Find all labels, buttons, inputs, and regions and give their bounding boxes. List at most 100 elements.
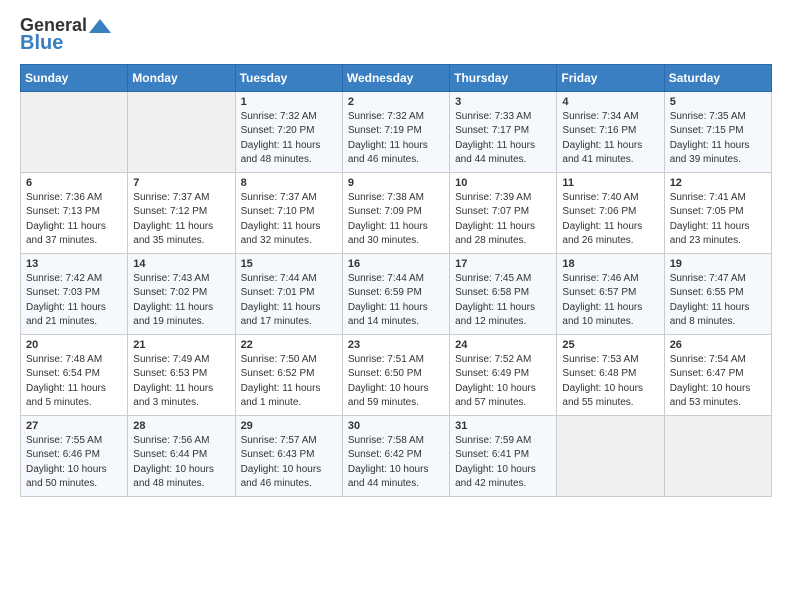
day-info: Sunrise: 7:56 AM Sunset: 6:44 PM Dayligh… <box>133 434 229 492</box>
day-number: 1 <box>241 96 337 108</box>
calendar-cell: 12 Sunrise: 7:41 AM Sunset: 7:05 PM Dayli… <box>664 172 771 253</box>
day-number: 15 <box>241 258 337 270</box>
day-info: Sunrise: 7:43 AM Sunset: 7:02 PM Dayligh… <box>133 272 229 330</box>
calendar-cell: 19Sunrise: 7:47 AM Sunset: 6:55 PM Dayli… <box>664 253 771 334</box>
calendar-cell: 17 Sunrise: 7:45 AM Sunset: 6:58 PM Dayli… <box>450 253 557 334</box>
day-info: Sunrise: 7:40 AM Sunset: 7:06 PM Dayligh… <box>562 191 658 249</box>
day-info: Sunrise: 7:36 AM Sunset: 7:13 PM Dayligh… <box>26 191 122 249</box>
calendar-cell <box>557 415 664 496</box>
day-info: Sunrise: 7:37 AM Sunset: 7:12 PM Dayligh… <box>133 191 229 249</box>
day-info: Sunrise: 7:55 AM Sunset: 6:46 PM Dayligh… <box>26 434 122 492</box>
day-number: 24 <box>455 339 551 351</box>
day-number: 10 <box>455 177 551 189</box>
day-number: 21 <box>133 339 229 351</box>
week-row-1: 6 Sunrise: 7:36 AM Sunset: 7:13 PM Daylig… <box>21 172 772 253</box>
calendar-table: Sunday Monday Tuesday Wednesday Thursday… <box>20 64 772 497</box>
col-thursday: Thursday <box>450 64 557 91</box>
day-number: 13 <box>26 258 122 270</box>
day-number: 6 <box>26 177 122 189</box>
calendar-cell: 28 Sunrise: 7:56 AM Sunset: 6:44 PM Dayli… <box>128 415 235 496</box>
col-saturday: Saturday <box>664 64 771 91</box>
day-number: 16 <box>348 258 444 270</box>
week-row-2: 13 Sunrise: 7:42 AM Sunset: 7:03 PM Dayli… <box>21 253 772 334</box>
calendar-cell: 10 Sunrise: 7:39 AM Sunset: 7:07 PM Dayli… <box>450 172 557 253</box>
logo: General Blue <box>20 16 111 54</box>
calendar-cell: 13 Sunrise: 7:42 AM Sunset: 7:03 PM Dayli… <box>21 253 128 334</box>
day-number: 23 <box>348 339 444 351</box>
calendar-cell: 6 Sunrise: 7:36 AM Sunset: 7:13 PM Daylig… <box>21 172 128 253</box>
day-number: 29 <box>241 420 337 432</box>
day-number: 4 <box>562 96 658 108</box>
day-number: 5 <box>670 96 766 108</box>
day-number: 7 <box>133 177 229 189</box>
day-info: Sunrise: 7:46 AM Sunset: 6:57 PM Dayligh… <box>562 272 658 330</box>
calendar-cell: 15 Sunrise: 7:44 AM Sunset: 7:01 PM Dayli… <box>235 253 342 334</box>
day-info: Sunrise: 7:37 AM Sunset: 7:10 PM Dayligh… <box>241 191 337 249</box>
col-wednesday: Wednesday <box>342 64 449 91</box>
calendar-cell: 24 Sunrise: 7:52 AM Sunset: 6:49 PM Dayli… <box>450 334 557 415</box>
day-info: Sunrise: 7:59 AM Sunset: 6:41 PM Dayligh… <box>455 434 551 492</box>
day-number: 28 <box>133 420 229 432</box>
calendar-cell: 14 Sunrise: 7:43 AM Sunset: 7:02 PM Dayli… <box>128 253 235 334</box>
calendar-cell: 2 Sunrise: 7:32 AM Sunset: 7:19 PM Daylig… <box>342 91 449 172</box>
day-number: 26 <box>670 339 766 351</box>
day-info: Sunrise: 7:45 AM Sunset: 6:58 PM Dayligh… <box>455 272 551 330</box>
day-info: Sunrise: 7:44 AM Sunset: 6:59 PM Dayligh… <box>348 272 444 330</box>
calendar-cell: 22 Sunrise: 7:50 AM Sunset: 6:52 PM Dayli… <box>235 334 342 415</box>
calendar-cell: 1 Sunrise: 7:32 AM Sunset: 7:20 PM Daylig… <box>235 91 342 172</box>
day-number: 30 <box>348 420 444 432</box>
calendar-cell: 23 Sunrise: 7:51 AM Sunset: 6:50 PM Dayli… <box>342 334 449 415</box>
day-info: Sunrise: 7:54 AM Sunset: 6:47 PM Dayligh… <box>670 353 766 411</box>
calendar-cell: 26 Sunrise: 7:54 AM Sunset: 6:47 PM Dayli… <box>664 334 771 415</box>
col-sunday: Sunday <box>21 64 128 91</box>
calendar-cell: 16 Sunrise: 7:44 AM Sunset: 6:59 PM Dayli… <box>342 253 449 334</box>
day-number: 20 <box>26 339 122 351</box>
day-number: 2 <box>348 96 444 108</box>
day-number: 12 <box>670 177 766 189</box>
col-friday: Friday <box>557 64 664 91</box>
day-info: Sunrise: 7:44 AM Sunset: 7:01 PM Dayligh… <box>241 272 337 330</box>
logo-blue: Blue <box>20 32 63 54</box>
calendar-cell: 7 Sunrise: 7:37 AM Sunset: 7:12 PM Daylig… <box>128 172 235 253</box>
day-number: 19 <box>670 258 766 270</box>
day-info: Sunrise: 7:42 AM Sunset: 7:03 PM Dayligh… <box>26 272 122 330</box>
page: General Blue Sunday Monday Tuesday Wedne… <box>0 0 792 513</box>
calendar-cell: 29Sunrise: 7:57 AM Sunset: 6:43 PM Dayli… <box>235 415 342 496</box>
calendar-cell: 8 Sunrise: 7:37 AM Sunset: 7:10 PM Daylig… <box>235 172 342 253</box>
day-number: 11 <box>562 177 658 189</box>
day-info: Sunrise: 7:34 AM Sunset: 7:16 PM Dayligh… <box>562 110 658 168</box>
day-info: Sunrise: 7:58 AM Sunset: 6:42 PM Dayligh… <box>348 434 444 492</box>
day-info: Sunrise: 7:48 AM Sunset: 6:54 PM Dayligh… <box>26 353 122 411</box>
calendar-cell: 20 Sunrise: 7:48 AM Sunset: 6:54 PM Dayli… <box>21 334 128 415</box>
day-number: 27 <box>26 420 122 432</box>
day-number: 8 <box>241 177 337 189</box>
day-info: Sunrise: 7:41 AM Sunset: 7:05 PM Dayligh… <box>670 191 766 249</box>
day-info: Sunrise: 7:52 AM Sunset: 6:49 PM Dayligh… <box>455 353 551 411</box>
calendar-cell: 31Sunrise: 7:59 AM Sunset: 6:41 PM Dayli… <box>450 415 557 496</box>
day-number: 17 <box>455 258 551 270</box>
logo-arrow-icon <box>89 19 111 33</box>
day-number: 9 <box>348 177 444 189</box>
calendar-cell: 5 Sunrise: 7:35 AM Sunset: 7:15 PM Daylig… <box>664 91 771 172</box>
calendar-cell: 30 Sunrise: 7:58 AM Sunset: 6:42 PM Dayli… <box>342 415 449 496</box>
col-tuesday: Tuesday <box>235 64 342 91</box>
day-number: 25 <box>562 339 658 351</box>
calendar-cell <box>128 91 235 172</box>
day-number: 14 <box>133 258 229 270</box>
calendar-cell <box>664 415 771 496</box>
day-info: Sunrise: 7:32 AM Sunset: 7:19 PM Dayligh… <box>348 110 444 168</box>
day-number: 22 <box>241 339 337 351</box>
day-info: Sunrise: 7:51 AM Sunset: 6:50 PM Dayligh… <box>348 353 444 411</box>
day-info: Sunrise: 7:39 AM Sunset: 7:07 PM Dayligh… <box>455 191 551 249</box>
day-info: Sunrise: 7:32 AM Sunset: 7:20 PM Dayligh… <box>241 110 337 168</box>
week-row-0: 1 Sunrise: 7:32 AM Sunset: 7:20 PM Daylig… <box>21 91 772 172</box>
week-row-3: 20 Sunrise: 7:48 AM Sunset: 6:54 PM Dayli… <box>21 334 772 415</box>
header: General Blue <box>20 16 772 54</box>
calendar-cell: 4 Sunrise: 7:34 AM Sunset: 7:16 PM Daylig… <box>557 91 664 172</box>
calendar-cell: 3Sunrise: 7:33 AM Sunset: 7:17 PM Daylig… <box>450 91 557 172</box>
calendar-cell <box>21 91 128 172</box>
day-info: Sunrise: 7:35 AM Sunset: 7:15 PM Dayligh… <box>670 110 766 168</box>
day-info: Sunrise: 7:49 AM Sunset: 6:53 PM Dayligh… <box>133 353 229 411</box>
day-info: Sunrise: 7:50 AM Sunset: 6:52 PM Dayligh… <box>241 353 337 411</box>
day-info: Sunrise: 7:53 AM Sunset: 6:48 PM Dayligh… <box>562 353 658 411</box>
